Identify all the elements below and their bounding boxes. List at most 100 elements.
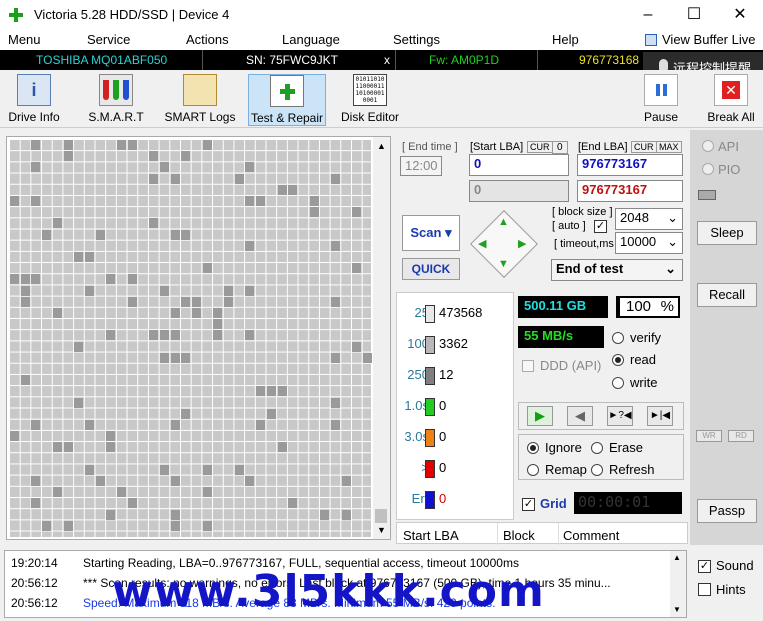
api-radio[interactable] <box>702 140 714 152</box>
col-start-lba[interactable]: Start LBA <box>403 528 459 543</box>
pio-radio[interactable] <box>702 163 714 175</box>
block-cell <box>127 274 137 285</box>
block-cell <box>20 285 30 296</box>
block-cell <box>95 229 105 240</box>
arrow-left-icon[interactable]: ◀ <box>478 237 486 250</box>
block-cell <box>106 442 116 453</box>
block-cell <box>170 229 180 240</box>
block-cell <box>74 252 84 262</box>
block-cell <box>245 162 255 173</box>
block-cell <box>202 263 212 274</box>
col-block[interactable]: Block <box>503 528 535 543</box>
drive-close-x[interactable]: x <box>384 53 390 67</box>
wr-button[interactable]: WR <box>696 430 722 442</box>
arrow-right-icon[interactable]: ▶ <box>518 237 526 250</box>
block-cell <box>181 229 191 240</box>
scroll-down-icon[interactable]: ▼ <box>673 605 681 614</box>
scroll-up-icon[interactable]: ▲ <box>673 553 681 562</box>
timeout-select[interactable]: 10000 ⌄ <box>615 232 683 254</box>
col-comment[interactable]: Comment <box>563 528 619 543</box>
grid-scrollbar[interactable]: ▲ ▼ <box>373 137 390 539</box>
arrow-up-icon[interactable]: ▲ <box>498 216 509 228</box>
block-cell <box>320 509 330 520</box>
test-repair-button[interactable]: Test & Repair <box>248 74 326 126</box>
block-cell <box>245 196 255 206</box>
rewind-icon[interactable]: ◀ <box>567 406 593 426</box>
end-max-button[interactable]: MAX <box>656 141 682 153</box>
rd-button[interactable]: RD <box>728 430 754 442</box>
legend-row: 250 12 <box>397 367 515 387</box>
error-action-group: Ignore Erase Remap Refresh <box>518 434 684 480</box>
quick-button[interactable]: QUICK <box>402 258 460 280</box>
start-cur-button[interactable]: CUR <box>527 141 553 153</box>
grid-checkbox[interactable]: ✓ <box>522 498 535 511</box>
write-radio[interactable] <box>612 377 624 389</box>
scroll-thumb[interactable] <box>375 509 387 523</box>
ddd-api-checkbox[interactable] <box>522 360 534 372</box>
view-buffer-live[interactable]: View Buffer Live <box>662 32 755 47</box>
percent-display: 100% <box>616 296 680 318</box>
menu-menu[interactable]: Menu <box>8 32 41 47</box>
arrow-down-icon[interactable]: ▼ <box>498 258 509 270</box>
hints-checkbox[interactable] <box>698 583 711 596</box>
play-icon[interactable]: ▶ <box>527 406 553 426</box>
scroll-down-icon[interactable]: ▼ <box>377 525 386 535</box>
refresh-radio[interactable] <box>591 464 603 476</box>
close-button[interactable]: ✕ <box>717 0 763 30</box>
menu-settings[interactable]: Settings <box>393 32 440 47</box>
minimize-button[interactable]: – <box>625 0 671 30</box>
disk-editor-button[interactable]: 01011010 11000011 10100001 0001 Disk Edi… <box>338 74 402 126</box>
auto-checkbox[interactable]: ✓ <box>594 220 607 233</box>
start-zero-button[interactable]: 0 <box>552 141 568 154</box>
erase-radio[interactable] <box>591 442 603 454</box>
remap-radio[interactable] <box>527 464 539 476</box>
sound-checkbox[interactable]: ✓ <box>698 560 711 573</box>
end-of-test-select[interactable]: End of test ⌄ <box>551 259 683 281</box>
maximize-button[interactable]: ☐ <box>671 0 717 30</box>
break-all-button[interactable]: ✕ Break All <box>704 74 758 126</box>
verify-radio[interactable] <box>612 332 624 344</box>
menu-actions[interactable]: Actions <box>186 32 229 47</box>
drive-model: TOSHIBA MQ01ABF050 <box>36 53 168 67</box>
menu-language[interactable]: Language <box>282 32 340 47</box>
block-cell <box>181 296 191 307</box>
passp-button[interactable]: Passp <box>697 499 757 523</box>
right-side-panel: API PIO Sleep Recall WR RD Passp <box>690 130 763 545</box>
log-scrollbar[interactable]: ▲ ▼ <box>670 551 686 617</box>
block-cell <box>202 140 212 150</box>
start-lba-input[interactable]: 0 <box>469 154 569 176</box>
recall-button[interactable]: Recall <box>697 283 757 307</box>
block-cell <box>213 330 223 341</box>
smart-button[interactable]: S.M.A.R.T <box>84 74 148 126</box>
scroll-up-icon[interactable]: ▲ <box>377 141 386 151</box>
block-cell <box>170 520 180 531</box>
current-lba-field: 0 <box>469 180 569 202</box>
drive-info-button[interactable]: i Drive Info <box>4 74 64 126</box>
pause-button[interactable]: Pause <box>640 74 682 126</box>
ignore-radio[interactable] <box>527 442 539 454</box>
end-time-field[interactable]: 12:00 <box>400 156 442 176</box>
binary-icon: 01011010 11000011 10100001 0001 <box>353 74 387 106</box>
legend-count: 473568 <box>439 305 483 320</box>
legend-count: 3362 <box>439 336 468 351</box>
block-cell <box>149 218 159 229</box>
read-radio[interactable] <box>612 354 624 366</box>
menu-service[interactable]: Service <box>87 32 130 47</box>
end-cur-button[interactable]: CUR <box>631 141 657 153</box>
app-logo-icon <box>9 8 23 22</box>
scanned-size: 500.11 GB <box>518 296 608 318</box>
end-lba-input[interactable]: 976773167 <box>577 154 683 176</box>
menu-help[interactable]: Help <box>552 32 579 47</box>
end-icon[interactable]: ►|◀ <box>647 406 673 426</box>
block-cell <box>191 308 201 318</box>
block-cell <box>170 308 180 318</box>
block-size-select[interactable]: 2048 ⌄ <box>615 208 683 230</box>
sleep-button[interactable]: Sleep <box>697 221 757 245</box>
step-icon[interactable]: ►?◀ <box>607 406 633 426</box>
block-cell <box>31 140 41 150</box>
block-cell <box>31 476 41 486</box>
scan-speed: 55 MB/s <box>518 326 604 348</box>
scan-button[interactable]: Scan ▾ <box>402 215 460 251</box>
smart-logs-button[interactable]: SMART Logs <box>164 74 236 126</box>
block-cell <box>63 520 73 531</box>
